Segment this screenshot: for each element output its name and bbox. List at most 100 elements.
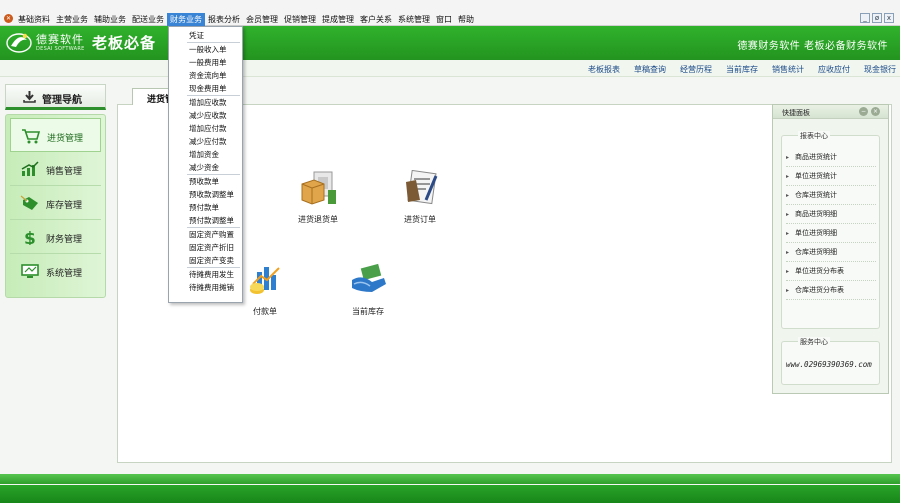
menu-item[interactable]: 会员管理 — [243, 13, 281, 26]
menu-item[interactable]: 客户关系 — [357, 13, 395, 26]
brand-name-cn: 德赛软件 — [36, 33, 84, 46]
report-link[interactable]: 仓库进货明细 — [786, 243, 876, 262]
dropdown-menu-item[interactable]: 减少应收款 — [169, 109, 242, 122]
report-link[interactable]: 单位进货分布表 — [786, 262, 876, 281]
service-center-section: 服务中心 www.02969390369.com — [781, 337, 880, 385]
report-link[interactable]: 商品进货明细 — [786, 205, 876, 224]
menu-item[interactable]: 报表分析 — [205, 13, 243, 26]
quick-link[interactable]: 应收应付 — [818, 64, 850, 75]
navigation-header[interactable]: 管理导航 — [5, 84, 106, 110]
menu-item[interactable]: 促销管理 — [281, 13, 319, 26]
report-link[interactable]: 商品进货统计 — [786, 148, 876, 167]
dropdown-menu-item[interactable]: 固定资产折旧 — [169, 241, 242, 254]
navigation-panel: 进货管理销售管理库存管理 $ 财务管理系统管理 — [5, 114, 106, 298]
dropdown-menu-item[interactable]: 预收款调整单 — [169, 188, 242, 201]
sidebar-item-label: 进货管理 — [47, 134, 84, 144]
dropdown-menu-item[interactable]: 资金流向单 — [169, 69, 242, 82]
minimize-button[interactable]: _ — [860, 13, 870, 23]
quick-panel-header: 快捷面板 − × — [773, 105, 888, 119]
dropdown-menu-item[interactable]: 待摊费用摊销 — [169, 281, 242, 294]
package-icon — [301, 171, 336, 205]
navigation-title: 管理导航 — [42, 95, 82, 106]
dropdown-menu-item[interactable]: 一般收入单 — [169, 43, 242, 56]
quick-link[interactable]: 老板报表 — [588, 64, 620, 75]
shopping-cart-icon — [21, 128, 41, 144]
finance-dropdown-menu: 凭证 一般收入单 一般费用单 资金流向单 现金费用单 增加应收款 减少应收款 增加应付款 减少应… — [168, 26, 243, 303]
close-button[interactable]: x — [884, 13, 894, 23]
quick-links-bar: 老板报表 草稿查询 经营历程 当前库存 销售统计 应收应付 现金银行 — [0, 60, 900, 77]
desai-logo-icon — [6, 33, 32, 53]
menu-bar: ✕ 基础资料 主营业务 辅助业务 配送业务 财务业务 报表分析 会员管理 促销管理 提成管理 客户… — [0, 0, 900, 26]
dropdown-menu-item[interactable]: 固定资产购置 — [169, 228, 242, 241]
report-link[interactable]: 单位进货明细 — [786, 224, 876, 243]
menu-item[interactable]: 辅助业务 — [91, 13, 129, 26]
report-link[interactable]: 仓库进货分布表 — [786, 281, 876, 300]
sidebar-item[interactable]: 进货管理 — [10, 118, 101, 152]
dropdown-menu-item[interactable]: 固定资产变卖 — [169, 254, 242, 267]
dropdown-menu-item[interactable]: 增加应收款 — [169, 96, 242, 109]
trend-chart-icon — [20, 161, 40, 177]
dropdown-menu-item[interactable]: 待摊费用发生 — [169, 268, 242, 281]
dropdown-menu-item[interactable]: 减少应付款 — [169, 135, 242, 148]
bottom-divider — [0, 474, 900, 484]
dropdown-menu-item[interactable]: 增加资金 — [169, 148, 242, 161]
sidebar-item[interactable]: 系统管理 — [10, 254, 101, 288]
monitor-icon — [20, 263, 40, 279]
dropdown-menu-item[interactable]: 预付款调整单 — [169, 214, 242, 227]
sidebar-item-label: 库存管理 — [46, 201, 83, 211]
restore-button[interactable]: ø — [872, 13, 882, 23]
app-header: 德赛软件 DESAI SOFTWARE 老板必备 德赛财务软件 老板必备财务软件 — [0, 26, 900, 60]
dropdown-menu-item[interactable]: 预收款单 — [169, 175, 242, 188]
status-bar — [0, 485, 900, 503]
service-website[interactable]: www.02969390369.com — [786, 360, 872, 369]
payment-chart-icon — [250, 267, 280, 294]
report-center-section: 报表中心 商品进货统计单位进货统计仓库进货统计商品进货明细单位进货明细仓库进货明… — [781, 131, 880, 329]
dropdown-menu-item[interactable]: 预付款单 — [169, 201, 242, 214]
report-center-title: 报表中心 — [798, 131, 830, 141]
report-link[interactable]: 单位进货统计 — [786, 167, 876, 186]
close-icon[interactable]: × — [871, 107, 880, 116]
stock-handover-icon — [352, 263, 386, 292]
menu-item[interactable]: 财务业务 — [167, 13, 205, 26]
dropdown-menu-item[interactable]: 现金费用单 — [169, 82, 242, 95]
sidebar-item[interactable]: 库存管理 — [10, 186, 101, 220]
menu-item[interactable]: 系统管理 — [395, 13, 433, 26]
order-form-icon — [406, 170, 438, 205]
quick-panel: 快捷面板 − × 报表中心 商品进货统计单位进货统计仓库进货统计商品进货明细单位… — [772, 104, 889, 394]
svg-text:$: $ — [24, 229, 36, 245]
service-center-title: 服务中心 — [798, 337, 830, 347]
report-link[interactable]: 仓库进货统计 — [786, 186, 876, 205]
menu-item[interactable]: 配送业务 — [129, 13, 167, 26]
app-logo-icon[interactable]: ✕ — [4, 14, 13, 23]
module-label: 付款单 — [253, 307, 277, 316]
module-label: 进货订单 — [404, 215, 436, 224]
module-label: 当前库存 — [352, 307, 384, 316]
sidebar-item[interactable]: 销售管理 — [10, 152, 101, 186]
menu-item[interactable]: 提成管理 — [319, 13, 357, 26]
quick-link[interactable]: 现金银行 — [864, 64, 896, 75]
header-tagline: 德赛财务软件 老板必备财务软件 — [737, 41, 888, 52]
menu-item[interactable]: 基础资料 — [15, 13, 53, 26]
sidebar-item-label: 销售管理 — [46, 167, 83, 177]
menu-item[interactable]: 主营业务 — [53, 13, 91, 26]
collapse-icon[interactable]: − — [859, 107, 868, 116]
dropdown-menu-item[interactable]: 凭证 — [169, 29, 242, 42]
brand-name-en: DESAI SOFTWARE — [36, 46, 85, 52]
dropdown-menu-item[interactable]: 减少资金 — [169, 161, 242, 174]
dropdown-menu-item[interactable]: 一般费用单 — [169, 56, 242, 69]
dropdown-menu-item[interactable]: 增加应付款 — [169, 122, 242, 135]
download-arrow-icon — [23, 91, 36, 103]
quick-link[interactable]: 当前库存 — [726, 64, 758, 75]
sidebar-item[interactable]: $ 财务管理 — [10, 220, 101, 254]
module-label: 进货退货单 — [298, 215, 338, 224]
menu-item[interactable]: 窗口 — [433, 13, 455, 26]
brand-slogan: 老板必备 — [92, 34, 157, 52]
quick-link[interactable]: 经营历程 — [680, 64, 712, 75]
quick-link[interactable]: 销售统计 — [772, 64, 804, 75]
menu-item[interactable]: 帮助 — [455, 13, 477, 26]
quick-panel-title: 快捷面板 — [782, 109, 810, 117]
sidebar-item-label: 财务管理 — [46, 235, 83, 245]
window-controls: _ ø x — [860, 13, 894, 23]
dollar-icon: $ — [20, 229, 40, 249]
quick-link[interactable]: 草稿查询 — [634, 64, 666, 75]
